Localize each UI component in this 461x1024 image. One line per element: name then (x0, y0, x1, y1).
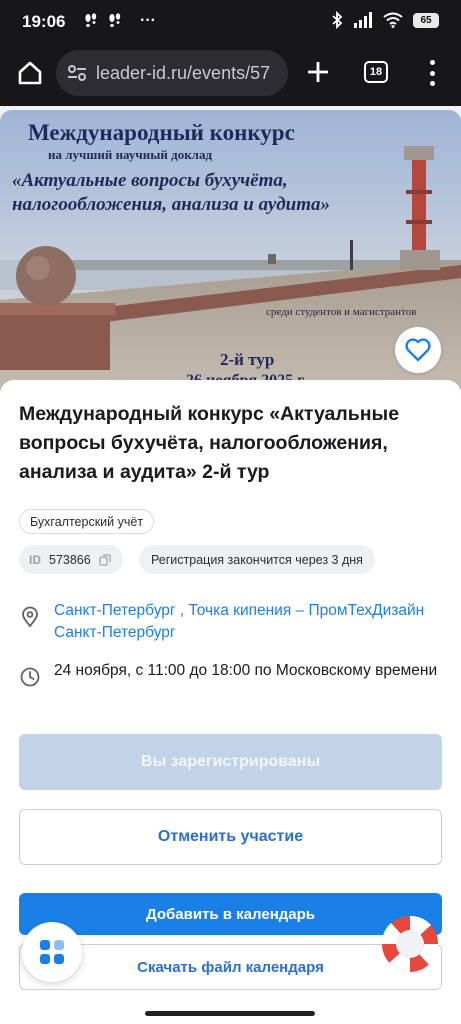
event-location: Санкт-Петербург , Точка кипения – ПромТе… (19, 600, 439, 644)
apps-menu-button[interactable] (22, 922, 82, 982)
bluetooth-icon (332, 11, 343, 29)
heart-icon (405, 338, 431, 362)
event-datetime: 24 ноября, с 11:00 до 18:00 по Московско… (19, 660, 439, 688)
favorite-button[interactable] (395, 327, 441, 373)
url-bar[interactable]: leader-id.ru/events/57 (56, 50, 288, 96)
footsteps-icon (85, 13, 97, 28)
registration-deadline-chip: Регистрация закончится через 3 дня (139, 545, 375, 574)
status-right: 65 (331, 11, 439, 29)
datetime-text: 24 ноября, с 11:00 до 18:00 по Московско… (54, 662, 438, 679)
signal-icon (354, 12, 372, 28)
cover-subheading: на лучший научный доклад (48, 147, 213, 162)
page-content: Международный конкурс на лучший научный … (0, 106, 461, 1024)
tab-switcher-button[interactable]: 18 (364, 61, 388, 83)
notification-icons: ··· (84, 12, 156, 30)
event-cover-image: Международный конкурс на лучший научный … (0, 110, 461, 400)
event-id-chip[interactable]: ID 573866 (19, 545, 123, 574)
new-tab-icon[interactable] (304, 58, 332, 86)
battery-icon: 65 (413, 12, 439, 28)
event-id-value: 573866 (49, 552, 91, 567)
footsteps-icon (109, 13, 121, 28)
lifebuoy-help-icon[interactable] (380, 914, 440, 974)
site-settings-icon[interactable] (66, 62, 88, 84)
cover-heading: Международный конкурс (28, 120, 295, 145)
url-text: leader-id.ru/events/57 (96, 62, 271, 83)
copy-icon[interactable] (99, 553, 111, 566)
status-bar: 19:06 ··· 65 (0, 0, 461, 44)
cover-topic-line2: налогообложения, анализа и аудита» (12, 194, 331, 215)
status-time: 19:06 (22, 12, 66, 31)
overflow-menu-icon[interactable] (424, 60, 440, 86)
cancel-participation-button[interactable]: Отменить участие (19, 809, 442, 865)
download-calendar-file-button[interactable]: Скачать файл календаря (19, 944, 442, 990)
browser-toolbar: leader-id.ru/events/57 18 (0, 44, 461, 106)
apps-grid-icon (40, 940, 64, 964)
cover-topic-line1: «Актуальные вопросы бухучёта, (12, 170, 288, 191)
wifi-icon (383, 12, 403, 28)
event-title: Международный конкурс «Актуальные вопрос… (19, 403, 400, 483)
more-notifications-icon: ··· (140, 12, 156, 29)
add-to-calendar-button[interactable]: Добавить в календарь (19, 893, 442, 935)
registered-button: Вы зарегистрированы (19, 734, 442, 790)
category-tag[interactable]: Бухгалтерский учёт (19, 509, 155, 534)
clock-icon (20, 667, 40, 687)
home-icon[interactable] (16, 59, 44, 87)
cover-audience: среди студентов и магистрантов (266, 306, 417, 318)
cover-round: 2-й тур (220, 350, 275, 369)
location-separator: , (175, 602, 189, 619)
id-label: ID (29, 552, 41, 567)
gesture-home-indicator[interactable] (145, 1011, 315, 1016)
location-pin-icon (22, 606, 38, 628)
city-link[interactable]: Санкт-Петербург (54, 602, 176, 619)
